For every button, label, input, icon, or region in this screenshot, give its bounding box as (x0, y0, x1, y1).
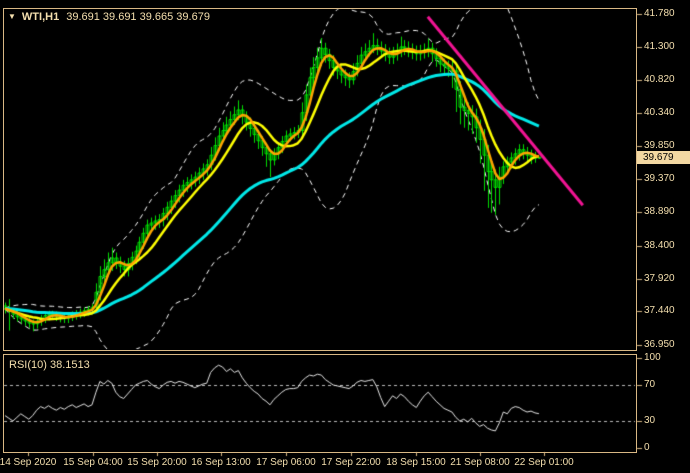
rsi-indicator-label: RSI(10) 38.1513 (9, 359, 90, 371)
time-tick-label: 21 Sep 08:00 (450, 457, 510, 469)
price-tick-label: 38.890 (644, 206, 675, 218)
time-tick-label: 22 Sep 01:00 (514, 457, 574, 469)
price-tick-label: 36.950 (644, 339, 675, 351)
time-tick-label: 15 Sep 04:00 (63, 457, 123, 469)
mt4-chart-window: ▼ WTI,H1 39.691 39.691 39.665 39.679 RSI(1… (0, 0, 690, 473)
time-tick-label: 14 Sep 2020 (0, 457, 56, 469)
symbol-period-label: WTI,H1 (22, 11, 59, 23)
time-tick-label: 18 Sep 15:00 (386, 457, 446, 469)
current-price-tag: 39.679 (637, 151, 690, 164)
price-chart-pane (3, 8, 637, 351)
symbol-dropdown-icon[interactable]: ▼ (8, 12, 16, 21)
price-tick-label: 41.300 (644, 41, 675, 53)
time-tick-label: 17 Sep 22:00 (321, 457, 381, 469)
rsi-tick-label: 70 (644, 379, 655, 391)
price-tick-label: 37.440 (644, 305, 675, 317)
time-tick-label: 15 Sep 20:00 (127, 457, 187, 469)
rsi-tick-label: 0 (644, 442, 650, 454)
price-tick-label: 39.850 (644, 140, 675, 152)
rsi-tick-label: 100 (644, 352, 661, 364)
ohlc-readout: 39.691 39.691 39.665 39.679 (66, 11, 210, 23)
price-tick-label: 40.820 (644, 74, 675, 86)
price-tick-label: 39.370 (644, 173, 675, 185)
price-tick-label: 37.920 (644, 273, 675, 285)
chart-header: ▼ WTI,H1 39.691 39.691 39.665 39.679 (8, 11, 210, 23)
price-tick-label: 40.340 (644, 107, 675, 119)
rsi-tick-label: 30 (644, 415, 655, 427)
rsi-indicator-pane (3, 354, 637, 453)
price-tick-label: 41.780 (644, 8, 675, 20)
time-tick-label: 16 Sep 13:00 (191, 457, 251, 469)
time-tick-label: 17 Sep 06:00 (256, 457, 316, 469)
price-tick-label: 38.400 (644, 240, 675, 252)
